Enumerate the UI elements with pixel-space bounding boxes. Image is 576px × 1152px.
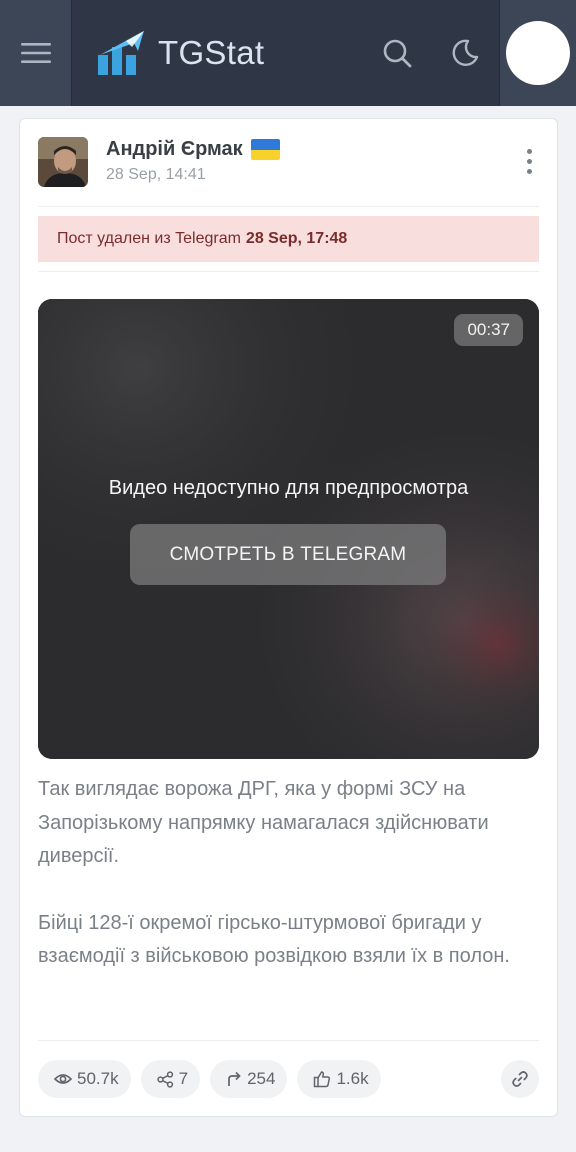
thumbs-up-icon: [314, 1071, 331, 1088]
mentions-stat[interactable]: 7: [140, 1060, 201, 1098]
hamburger-icon: [20, 43, 51, 63]
copy-link-button[interactable]: [501, 1060, 539, 1098]
divider: [38, 271, 539, 272]
theme-toggle-button[interactable]: [431, 0, 499, 106]
video-preview[interactable]: 00:37 Видео недоступно для предпросмотра…: [38, 299, 539, 759]
kebab-icon: [526, 148, 532, 154]
video-unavailable-message: Видео недоступно для предпросмотра: [108, 477, 469, 499]
menu-button[interactable]: [0, 0, 72, 106]
reactions-count: 1.6k: [336, 1069, 369, 1088]
post-paragraph: Так виглядає ворожа ДРГ, яка у формі ЗСУ…: [38, 778, 489, 867]
deleted-alert: Пост удален из Telegram 28 Sep, 17:48: [38, 216, 539, 262]
moon-icon: [452, 39, 479, 66]
eye-icon: [54, 1074, 72, 1084]
views-count: 50.7k: [77, 1069, 119, 1088]
divider: [38, 206, 539, 207]
views-stat[interactable]: 50.7k: [38, 1060, 131, 1098]
video-duration-badge: 00:37: [454, 314, 523, 346]
deleted-alert-time: 28 Sep, 17:48: [245, 230, 348, 247]
post-menu-button[interactable]: [517, 141, 541, 181]
post-paragraph: Бійці 128-ї окремої гірсько-штурмової бр…: [38, 911, 510, 968]
user-menu-button[interactable]: [499, 0, 576, 106]
search-icon: [383, 39, 412, 68]
share-icon: [156, 1070, 173, 1088]
reactions-stat[interactable]: 1.6k: [297, 1060, 381, 1098]
forward-icon: [228, 1071, 241, 1086]
search-button[interactable]: [363, 0, 431, 106]
post-stats: 50.7k 7 254 1.6k: [38, 1060, 539, 1098]
deleted-alert-text: Пост удален из Telegram: [57, 230, 241, 247]
logo-chart-icon: [98, 31, 144, 75]
post-date[interactable]: 28 Sep, 14:41: [106, 166, 280, 184]
mentions-count: 7: [178, 1069, 189, 1088]
top-navbar: TGStat: [0, 0, 576, 106]
channel-avatar-image: [38, 137, 88, 187]
channel-avatar[interactable]: [38, 137, 88, 187]
user-avatar: [506, 21, 570, 85]
forwards-stat[interactable]: 254: [210, 1060, 288, 1098]
channel-name[interactable]: Андрій Єрмак: [106, 138, 280, 161]
forwards-count: 254: [247, 1069, 276, 1088]
watch-in-telegram-button[interactable]: СМОТРЕТЬ В TELEGRAM: [130, 524, 446, 585]
app-name: TGStat: [158, 34, 265, 71]
post-text: Так виглядає ворожа ДРГ, яка у формі ЗСУ…: [38, 773, 543, 1007]
divider: [38, 1040, 539, 1041]
channel-name-text: Андрій Єрмак: [106, 138, 243, 160]
tgstat-logo[interactable]: TGStat: [96, 29, 264, 77]
link-icon: [512, 1071, 528, 1087]
post-header: Андрій Єрмак 28 Sep, 14:41: [38, 137, 541, 193]
ukraine-flag-icon: [250, 139, 280, 160]
post-card: Андрій Єрмак 28 Sep, 14:41 Пост удален и…: [19, 118, 558, 1117]
